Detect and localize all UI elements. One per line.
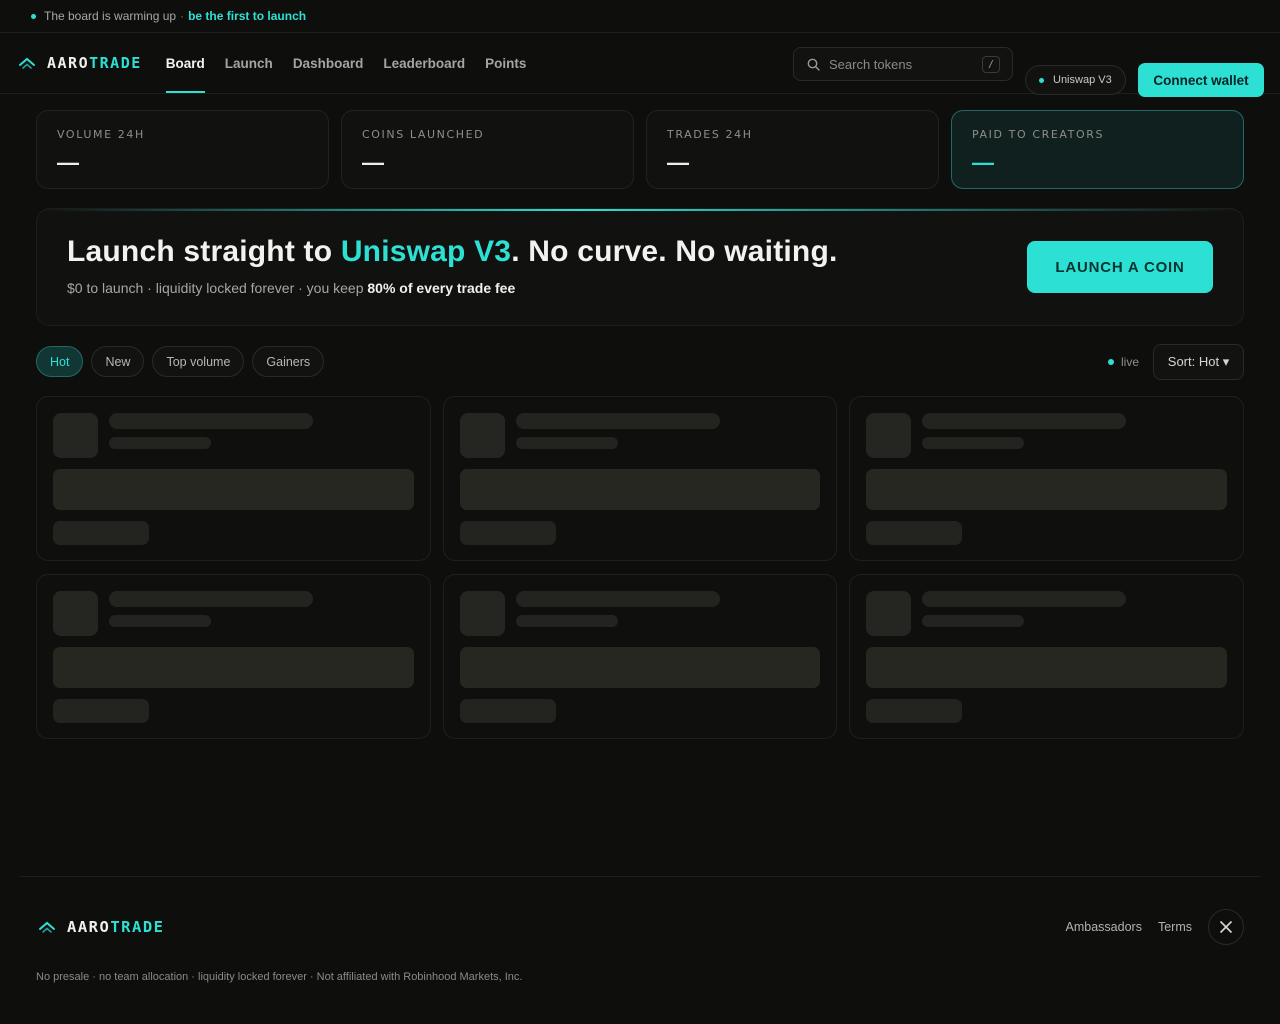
network-label: Uniswap V3 — [1053, 74, 1112, 86]
skeleton-line — [922, 413, 1126, 429]
skeleton-line — [922, 591, 1126, 607]
skeleton-bar — [460, 469, 820, 510]
stat-card-coins-launched: COINS LAUNCHED — — [341, 110, 634, 189]
skeleton-avatar — [866, 413, 911, 458]
site-footer: AAROTRADE Ambassadors Terms No presale ·… — [20, 876, 1260, 1024]
logo-chevron-icon — [19, 57, 35, 69]
token-card-skeleton — [36, 396, 431, 561]
skeleton-line — [109, 615, 211, 627]
nav-launch[interactable]: Launch — [225, 33, 273, 94]
logo-chevron-icon — [39, 921, 55, 933]
search-shortcut-key: / — [982, 56, 1000, 73]
footer-disclaimer: No presale · no team allocation · liquid… — [36, 971, 523, 983]
status-dot-icon — [31, 13, 36, 19]
filter-gainers[interactable]: Gainers — [252, 346, 325, 377]
search-input[interactable] — [829, 56, 969, 72]
footer-brand-name: AAROTRADE — [67, 918, 165, 936]
token-card-skeleton — [849, 574, 1244, 739]
hero-glow-line — [37, 209, 1243, 211]
brand-name: AAROTRADE — [47, 54, 142, 72]
nav-board[interactable]: Board — [165, 33, 205, 94]
skeleton-bar — [866, 469, 1227, 510]
footer-logo[interactable]: AAROTRADE — [38, 918, 165, 936]
skeleton-bar — [53, 469, 414, 510]
skeleton-avatar — [866, 591, 911, 636]
search-icon — [807, 58, 820, 71]
footer-link-ambassadors[interactable]: Ambassadors — [1066, 920, 1142, 934]
skeleton-pill — [460, 521, 556, 545]
brand-logo[interactable]: AAROTRADE — [18, 54, 142, 72]
nav-leaderboard[interactable]: Leaderboard — [383, 33, 465, 94]
live-indicator: live — [1108, 355, 1139, 369]
skeleton-avatar — [53, 591, 98, 636]
filter-new[interactable]: New — [91, 346, 145, 377]
nav-dashboard[interactable]: Dashboard — [293, 33, 364, 94]
main-nav: Board Launch Dashboard Leaderboard Point… — [165, 33, 547, 94]
token-card-skeleton — [443, 396, 837, 561]
skeleton-line — [109, 437, 211, 449]
stat-label: VOLUME 24H — [57, 128, 145, 141]
stat-value: — — [362, 150, 384, 175]
network-selector[interactable]: Uniswap V3 — [1025, 65, 1126, 95]
stat-label: COINS LAUNCHED — [362, 128, 485, 141]
hero-subtitle: $0 to launch · liquidity locked forever … — [67, 280, 516, 296]
skeleton-avatar — [460, 413, 505, 458]
footer-links: Ambassadors Terms — [1050, 909, 1244, 945]
stat-value: — — [667, 150, 689, 175]
filter-chips: Hot New Top volume Gainers — [36, 346, 332, 377]
top-header: AAROTRADE Board Launch Dashboard Leaderb… — [0, 33, 1280, 97]
network-dot-icon — [1039, 77, 1044, 83]
skeleton-pill — [53, 699, 149, 723]
search-box[interactable]: / — [793, 47, 1013, 81]
announcement-cta-link[interactable]: be the first to launch — [188, 9, 306, 23]
stat-value: — — [972, 150, 994, 175]
skeleton-pill — [53, 521, 149, 545]
sort-dropdown[interactable]: Sort: Hot ▾ — [1153, 344, 1244, 380]
token-card-skeleton — [36, 574, 431, 739]
stat-value: — — [57, 150, 79, 175]
filter-top-volume[interactable]: Top volume — [152, 346, 245, 377]
nav-points[interactable]: Points — [485, 33, 526, 94]
token-grid — [36, 396, 1244, 739]
skeleton-line — [516, 437, 618, 449]
stats-row: VOLUME 24H — COINS LAUNCHED — TRADES 24H… — [36, 110, 1244, 189]
launch-coin-button[interactable]: LAUNCH A COIN — [1027, 241, 1213, 293]
token-card-skeleton — [443, 574, 837, 739]
live-label: live — [1121, 355, 1140, 369]
stat-label: PAID TO CREATORS — [972, 128, 1105, 141]
live-dot-icon — [1108, 359, 1114, 365]
skeleton-pill — [460, 699, 556, 723]
announcement-separator: · — [180, 9, 185, 23]
skeleton-avatar — [53, 413, 98, 458]
skeleton-line — [922, 615, 1024, 627]
skeleton-line — [109, 413, 313, 429]
announcement-bar: The board is warming up · be the first t… — [0, 0, 1280, 33]
stat-card-volume: VOLUME 24H — — [36, 110, 329, 189]
footer-link-terms[interactable]: Terms — [1158, 920, 1192, 934]
skeleton-line — [109, 591, 313, 607]
skeleton-bar — [53, 647, 414, 688]
skeleton-bar — [460, 647, 820, 688]
skeleton-line — [922, 437, 1024, 449]
skeleton-line — [516, 615, 618, 627]
skeleton-avatar — [460, 591, 505, 636]
connect-wallet-button[interactable]: Connect wallet — [1138, 63, 1264, 97]
stat-card-paid-to-creators: PAID TO CREATORS — — [951, 110, 1244, 189]
skeleton-pill — [866, 699, 962, 723]
hero-banner: Launch straight to Uniswap V3. No curve.… — [36, 208, 1244, 326]
skeleton-line — [516, 591, 720, 607]
token-card-skeleton — [849, 396, 1244, 561]
skeleton-bar — [866, 647, 1227, 688]
skeleton-pill — [866, 521, 962, 545]
announcement-text: The board is warming up — [44, 9, 177, 23]
x-social-button[interactable] — [1208, 909, 1244, 945]
stat-card-trades: TRADES 24H — — [646, 110, 939, 189]
skeleton-line — [516, 413, 720, 429]
hero-title: Launch straight to Uniswap V3. No curve.… — [67, 235, 838, 268]
stat-label: TRADES 24H — [667, 128, 753, 141]
filter-hot[interactable]: Hot — [36, 346, 84, 377]
x-social-icon — [1219, 920, 1233, 934]
